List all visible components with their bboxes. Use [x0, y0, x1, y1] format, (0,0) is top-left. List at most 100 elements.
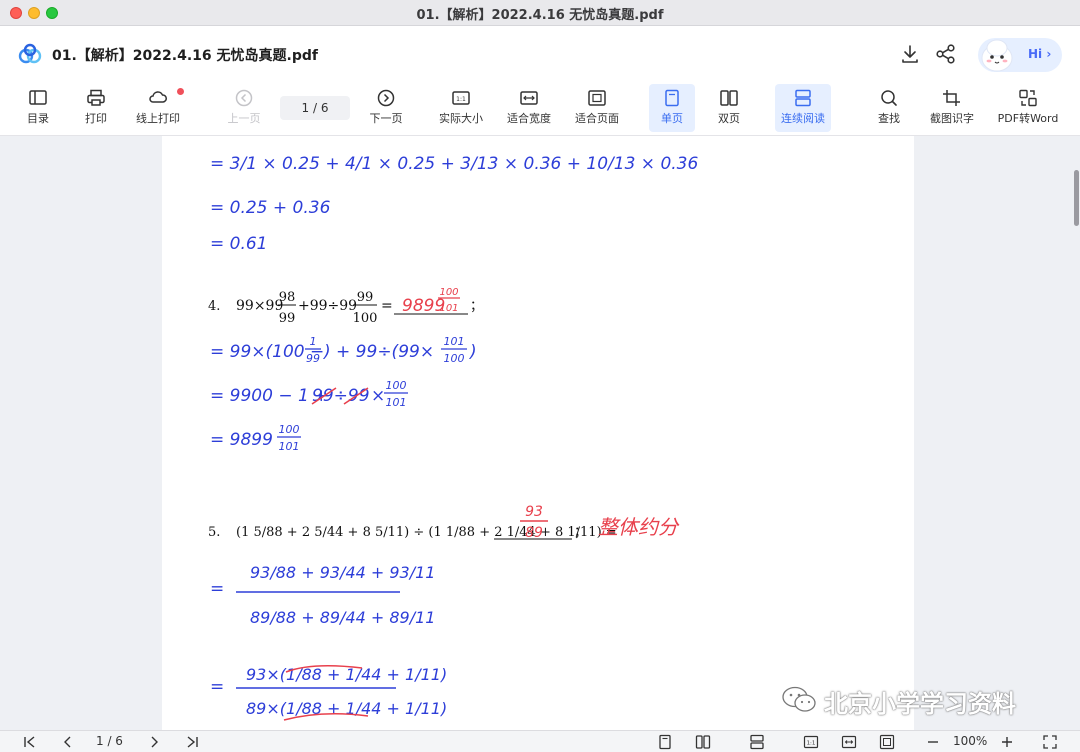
vertical-scrollbar[interactable] — [1074, 170, 1079, 226]
svg-text:1:1: 1:1 — [807, 741, 816, 747]
working-4-line-3-den: 101 — [279, 440, 300, 453]
working-5-numerator: 93/88 + 93/44 + 93/11 — [250, 563, 435, 582]
toolbar: 目录 打印 线上打印 上一页 1 / 6 下一页 1:1 实际大小 适合宽度 适… — [0, 82, 1080, 136]
pdf-to-word-label: PDF转Word — [997, 112, 1059, 125]
printer-icon — [87, 89, 105, 106]
fit-width-button[interactable]: 适合宽度 — [502, 84, 556, 132]
print-label: 打印 — [85, 112, 107, 125]
prev-page-button[interactable]: 上一页 — [222, 84, 266, 132]
chevron-left-circle-icon — [235, 89, 253, 107]
problem-5-answer-den: 89 — [525, 525, 543, 541]
fit-page-small-icon[interactable] — [879, 734, 895, 750]
online-print-label: 线上打印 — [136, 112, 180, 125]
first-page-icon[interactable] — [22, 734, 38, 750]
double-page-button[interactable]: 双页 — [706, 84, 752, 132]
next-page-icon[interactable] — [146, 734, 162, 750]
problem-4-working: = 99×(100 − 1 99 ) + 99÷(99× 101 100 ) =… — [210, 335, 477, 453]
handwritten-line-3: = 0.61 — [210, 234, 268, 254]
download-icon[interactable] — [898, 42, 922, 66]
ocr-label: 截图识字 — [930, 112, 974, 125]
double-page-view-icon[interactable] — [695, 734, 711, 750]
document-viewer[interactable]: = 3/1 × 0.25 + 4/1 × 0.25 + 3/13 × 0.36 … — [0, 136, 1080, 730]
problem-4-answer-num: 100 — [439, 287, 458, 298]
working-4-line-2c: × — [371, 386, 385, 406]
fit-page-icon — [588, 90, 606, 106]
problem-4-answer-den: 101 — [439, 303, 458, 314]
pdf-to-word-button[interactable]: PDF转Word — [996, 84, 1060, 132]
watermark-text: 北京小学学习资料 — [824, 690, 1016, 718]
find-label: 查找 — [878, 112, 900, 125]
continuous-read-button[interactable]: 连续阅读 — [775, 84, 831, 132]
working-4-line-3a: = 9899 — [210, 430, 273, 450]
status-page-indicator[interactable]: 1 / 6 — [96, 734, 123, 748]
single-page-button[interactable]: 单页 — [649, 84, 695, 132]
double-page-label: 双页 — [718, 112, 740, 125]
double-page-icon — [720, 90, 738, 106]
actual-size-label: 实际大小 — [439, 112, 483, 125]
working-4-line-1-num: 1 — [310, 335, 317, 348]
working-4-line-2a: = 9900 − 1 + — [210, 386, 328, 406]
page-number-input[interactable]: 1 / 6 — [280, 96, 350, 120]
search-icon — [881, 90, 897, 106]
print-button[interactable]: 打印 — [76, 84, 116, 132]
problem-4-term-a: 99×99 — [236, 298, 283, 314]
working-4-line-2b: 99÷99 — [312, 386, 370, 406]
toc-button[interactable]: 目录 — [18, 84, 58, 132]
next-page-button[interactable]: 下一页 — [364, 84, 408, 132]
share-icon[interactable] — [934, 42, 958, 66]
hi-label: Hi › — [1028, 47, 1052, 61]
app-logo-icon — [18, 43, 42, 64]
fit-page-label: 适合页面 — [575, 112, 619, 125]
working-4-line-1-den: 99 — [306, 352, 320, 365]
working-4-line-2-num: 100 — [386, 379, 407, 392]
problem-4-frac2-den: 100 — [353, 311, 378, 326]
problem-5-answer-num: 93 — [525, 504, 543, 520]
problem-4-end: ； — [470, 299, 483, 314]
next-label: 下一页 — [369, 112, 403, 125]
window-title: 01.【解析】2022.4.16 无忧岛真题.pdf — [416, 8, 664, 23]
find-button[interactable]: 查找 — [868, 84, 910, 132]
convert-icon — [1019, 89, 1037, 107]
working-5-denominator: 89/88 + 89/44 + 89/11 — [250, 608, 435, 627]
working-5-equals-1: = — [210, 579, 224, 599]
problem-4-number: 4. — [208, 299, 220, 314]
handwritten-line-2: = 0.25 + 0.36 — [210, 198, 331, 218]
single-page-icon — [665, 89, 679, 107]
single-page-view-icon[interactable] — [657, 734, 673, 750]
cloud-print-icon — [149, 91, 167, 103]
fit-width-small-icon[interactable] — [841, 734, 857, 750]
problem-4-term-b: +99÷99 — [298, 298, 357, 314]
ocr-button[interactable]: 截图识字 — [924, 84, 980, 132]
zoom-out-icon[interactable] — [925, 734, 941, 750]
working-5-numerator-2: 93×(1/88 + 1/44 + 1/11) — [246, 665, 447, 684]
app-header: 01.【解析】2022.4.16 无忧岛真题.pdf Hi › — [0, 26, 1080, 82]
zoom-in-icon[interactable] — [999, 734, 1015, 750]
problem-4-equals: = — [381, 298, 393, 314]
watermark: 北京小学学习资料 — [780, 680, 1080, 720]
fit-page-button[interactable]: 适合页面 — [570, 84, 624, 132]
toc-label: 目录 — [27, 112, 49, 125]
continuous-view-icon[interactable] — [749, 734, 765, 750]
actual-size-button[interactable]: 1:1 实际大小 — [434, 84, 488, 132]
problem-5-number: 5. — [208, 525, 220, 540]
working-4-line-1c: ) — [468, 342, 477, 362]
problem-5: 5. (1 5/88 + 2 5/44 + 8 5/11) ÷ (1 1/88 … — [208, 504, 680, 541]
fit-width-icon — [520, 91, 538, 105]
assistant-hi-button[interactable]: Hi › — [978, 38, 1062, 72]
working-4-line-1c-den: 100 — [444, 352, 465, 365]
fit-width-label: 适合宽度 — [507, 112, 551, 125]
pdf-page: = 3/1 × 0.25 + 4/1 × 0.25 + 3/13 × 0.36 … — [162, 136, 914, 730]
toc-icon — [29, 90, 47, 105]
actual-size-small-icon[interactable]: 1:1 — [803, 734, 819, 750]
crop-ocr-icon — [943, 90, 960, 106]
problem-5-note: 整体约分 — [598, 515, 680, 539]
chevron-right-circle-icon — [377, 89, 395, 107]
zoom-level[interactable]: 100% — [953, 734, 987, 748]
online-print-button[interactable]: 线上打印 — [132, 84, 184, 132]
problem-4: 4. 99×99 98 99 +99÷99 99 100 = ； 9899 10… — [208, 287, 483, 326]
fullscreen-icon[interactable] — [1042, 734, 1058, 750]
prev-page-icon[interactable] — [60, 734, 76, 750]
continuous-read-icon — [795, 89, 811, 107]
working-5-equals-2: = — [210, 677, 224, 697]
last-page-icon[interactable] — [184, 734, 200, 750]
